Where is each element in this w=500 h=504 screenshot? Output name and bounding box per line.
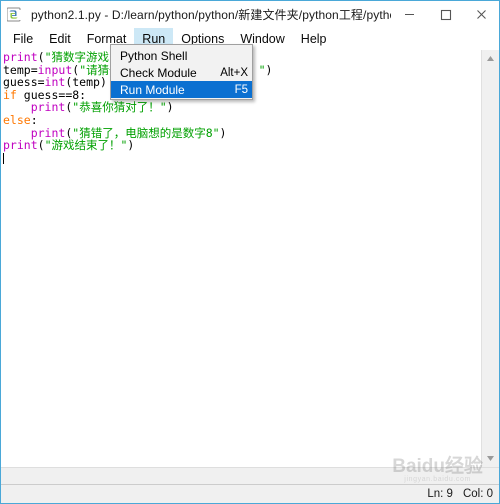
code-token: "游戏结束了！" (44, 138, 128, 153)
menu-item-label: Check Module (120, 65, 197, 80)
maximize-button[interactable] (427, 2, 463, 28)
code-token: ( (37, 138, 45, 153)
menu-item-run-module[interactable]: Run Module F5 (111, 81, 252, 98)
code-text-area[interactable]: print("猜数字游戏")temp=input("请猜一猜我心里想的是什么数字… (1, 50, 481, 467)
menu-item-label: Python Shell (120, 48, 188, 63)
scroll-up-arrow-icon[interactable] (482, 50, 499, 67)
code-token: ) (219, 125, 227, 140)
code-line-caret (3, 152, 481, 165)
code-token: ) (127, 138, 135, 153)
close-button[interactable] (463, 2, 499, 28)
horizontal-scrollbar[interactable] (1, 467, 499, 484)
code-line: print("游戏结束了！") (3, 139, 481, 152)
code-token: print (3, 138, 38, 153)
idle-editor-window: python2.1.py - D:/learn/python/python/新建… (0, 0, 500, 504)
status-col-indicator: Col: 0 (462, 488, 493, 500)
code-token: "恭喜你猜对了！" (72, 100, 167, 115)
menu-help[interactable]: Help (293, 28, 335, 50)
run-dropdown-menu: Python Shell Check Module Alt+X Run Modu… (110, 44, 253, 100)
menu-file[interactable]: File (5, 28, 41, 50)
status-bar: Ln: 9 Col: 0 (1, 484, 499, 503)
scroll-down-arrow-icon[interactable] (482, 450, 499, 467)
menu-edit[interactable]: Edit (41, 28, 79, 50)
text-caret (3, 152, 4, 164)
menu-item-python-shell[interactable]: Python Shell (111, 47, 252, 64)
python-idle-icon (6, 7, 24, 23)
editor-area: print("猜数字游戏")temp=input("请猜一猜我心里想的是什么数字… (1, 50, 499, 467)
menu-item-accelerator: F5 (234, 83, 248, 96)
vertical-scrollbar[interactable] (481, 50, 499, 467)
title-bar: python2.1.py - D:/learn/python/python/新建… (1, 1, 499, 28)
minimize-button[interactable] (391, 2, 427, 28)
menu-item-check-module[interactable]: Check Module Alt+X (111, 64, 252, 81)
status-line-indicator: Ln: 9 (427, 488, 453, 500)
code-line: print("恭喜你猜对了！") (3, 101, 481, 114)
menu-item-accelerator: Alt+X (220, 66, 248, 79)
menu-item-label: Run Module (120, 82, 185, 97)
window-title: python2.1.py - D:/learn/python/python/新建… (31, 8, 391, 22)
code-token: ) (265, 62, 273, 77)
code-token: ) (166, 100, 174, 115)
